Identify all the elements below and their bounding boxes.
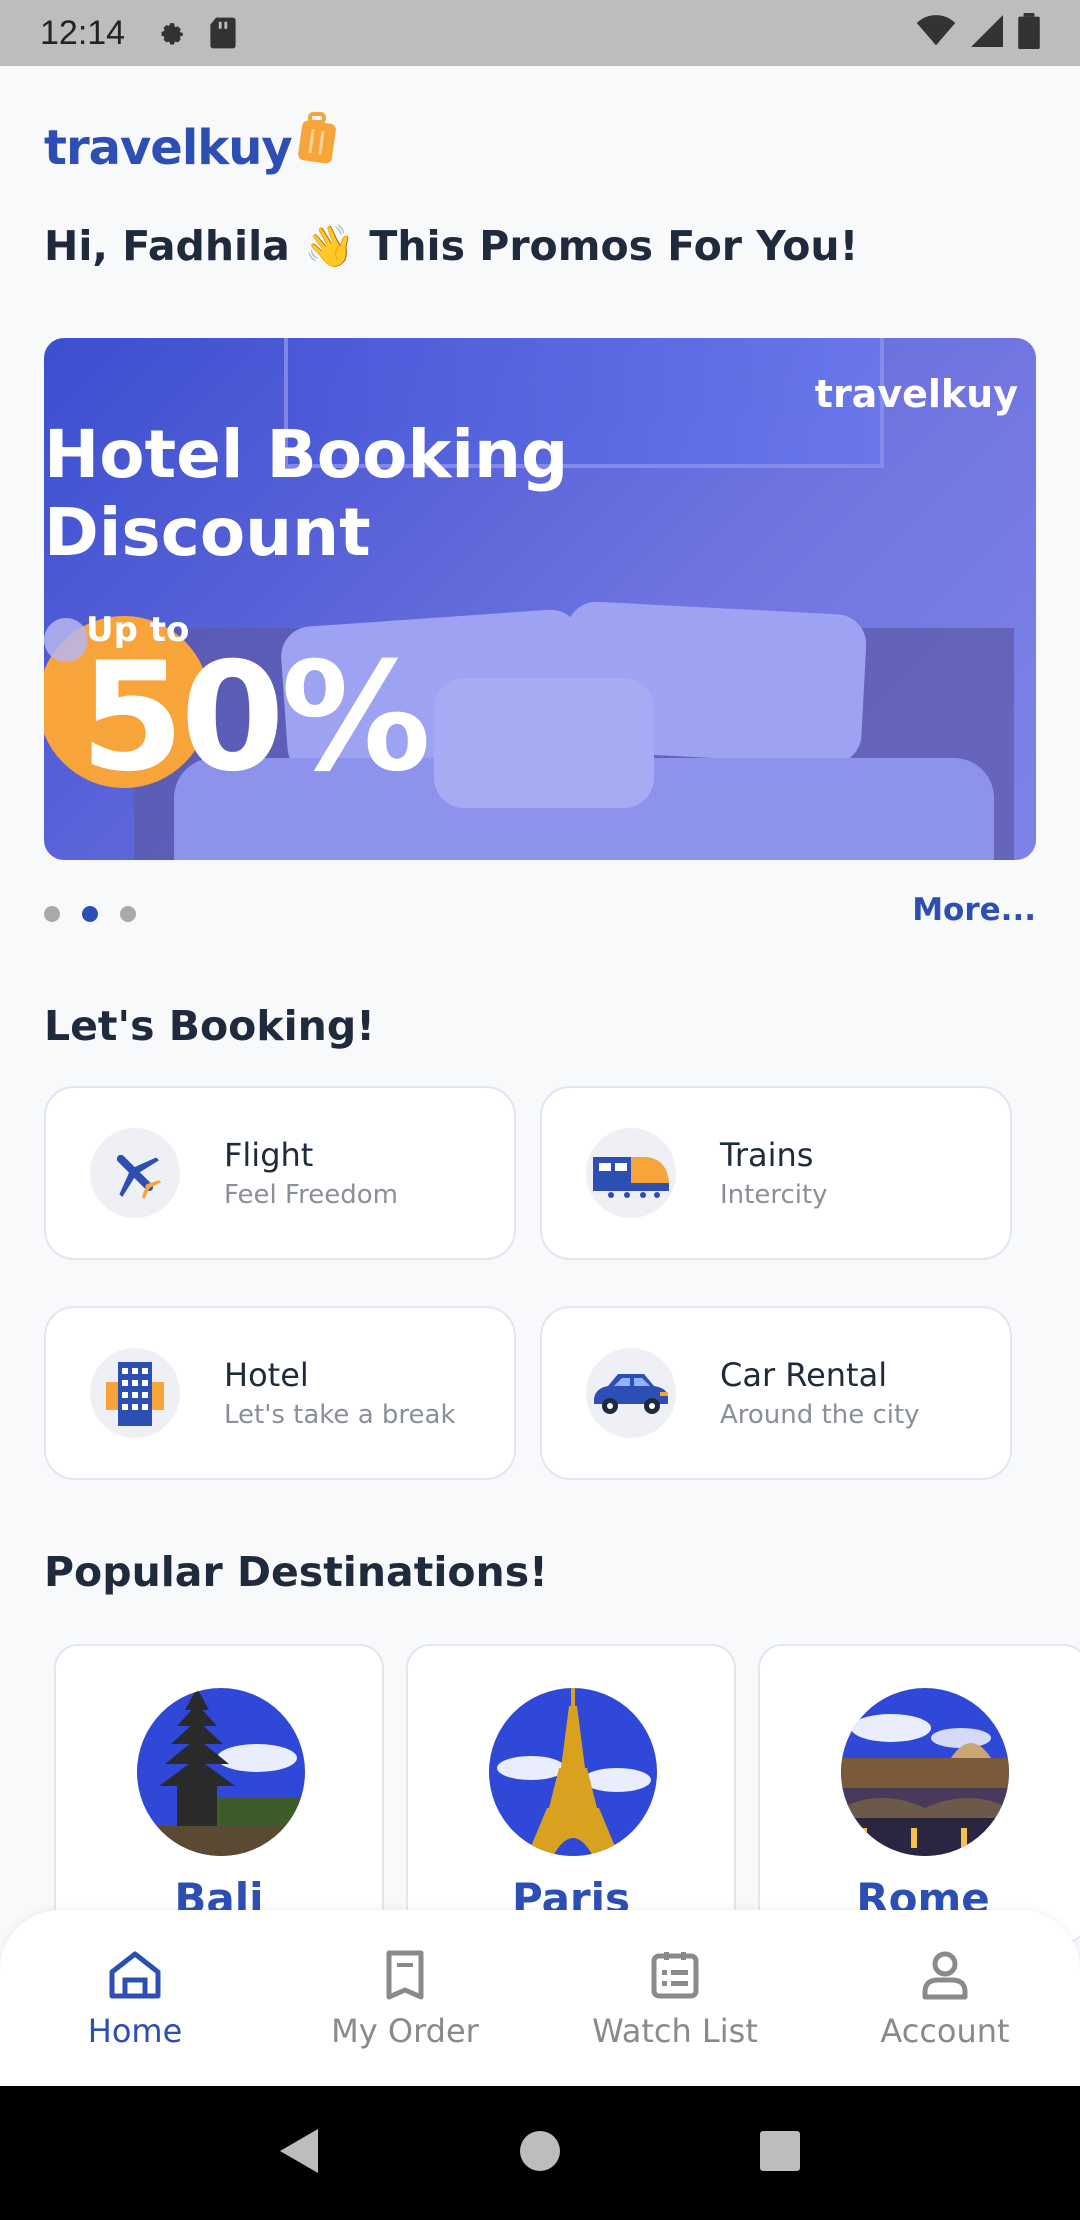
luggage-icon: [296, 112, 338, 170]
home-circle-icon[interactable]: [520, 2131, 560, 2175]
banner-title-line: Hotel Booking: [44, 416, 569, 493]
booking-card-trains[interactable]: Trains Intercity: [540, 1086, 1012, 1260]
wifi-icon: [916, 15, 956, 51]
more-promos-link[interactable]: More...: [912, 892, 1036, 928]
nav-label: Home: [87, 2012, 183, 2050]
user-icon: [920, 1950, 970, 2004]
carousel-dot[interactable]: [44, 906, 60, 922]
nav-item-watch-list[interactable]: Watch List: [540, 1910, 810, 2086]
booking-card-subtitle: Let's take a break: [224, 1400, 456, 1430]
destination-image-rome: [841, 1688, 1009, 1856]
banner-title: Hotel Booking Discount: [44, 416, 568, 572]
recents-icon[interactable]: [760, 2131, 800, 2175]
banner-photo-pillow: [434, 678, 654, 808]
sd-card-icon: [209, 16, 237, 50]
train-icon: [586, 1128, 676, 1218]
nav-item-my-order[interactable]: My Order: [270, 1910, 540, 2086]
app-logo: travelkuy: [44, 112, 338, 176]
nav-item-home[interactable]: Home: [0, 1910, 270, 2086]
carousel-dot-active[interactable]: [82, 906, 98, 922]
home-icon: [108, 1950, 162, 2004]
airplane-icon: [90, 1128, 180, 1218]
system-navigation-bar: [0, 2086, 1080, 2220]
greeting-text: Hi, Fadhila 👋 This Promos For You!: [44, 222, 859, 270]
destination-image-paris: [489, 1688, 657, 1856]
nav-label: My Order: [331, 2012, 479, 2050]
destination-card-rome[interactable]: Rome: [758, 1644, 1080, 1944]
booking-card-title: Hotel: [224, 1356, 309, 1394]
signal-icon: [970, 15, 1004, 51]
nav-label: Watch List: [592, 2012, 758, 2050]
destination-image-bali: [137, 1688, 305, 1856]
receipt-icon: [383, 1950, 427, 2004]
carousel-indicator: [44, 906, 136, 922]
battery-icon: [1018, 13, 1040, 53]
booking-card-subtitle: Intercity: [720, 1180, 828, 1210]
banner-logo: travelkuy: [814, 372, 1018, 416]
bottom-navigation: Home My Order Watch List Account: [0, 1910, 1080, 2086]
back-icon[interactable]: [280, 2129, 320, 2177]
booking-card-hotel[interactable]: Hotel Let's take a break: [44, 1306, 516, 1480]
booking-card-title: Car Rental: [720, 1356, 888, 1394]
list-icon: [650, 1950, 700, 2004]
destination-card-bali[interactable]: Bali: [54, 1644, 384, 1944]
banner-discount: 50%: [80, 631, 431, 805]
booking-card-title: Trains: [720, 1136, 814, 1174]
booking-card-subtitle: Around the city: [720, 1400, 920, 1430]
booking-card-title: Flight: [224, 1136, 314, 1174]
booking-card-subtitle: Feel Freedom: [224, 1180, 398, 1210]
status-bar: 12:14: [0, 0, 1080, 66]
status-time: 12:14: [40, 13, 126, 52]
nav-item-account[interactable]: Account: [810, 1910, 1080, 2086]
promo-banner[interactable]: travelkuy Hotel Booking Discount Up to 5…: [44, 338, 1036, 860]
booking-section-title: Let's Booking!: [44, 1002, 375, 1050]
destinations-section-title: Popular Destinations!: [44, 1548, 548, 1596]
settings-icon: [153, 16, 187, 50]
hotel-icon: [90, 1348, 180, 1438]
logo-text: travelkuy: [44, 120, 293, 176]
nav-label: Account: [880, 2012, 1010, 2050]
carousel-dot[interactable]: [120, 906, 136, 922]
booking-card-flight[interactable]: Flight Feel Freedom: [44, 1086, 516, 1260]
car-icon: [586, 1348, 676, 1438]
booking-card-car-rental[interactable]: Car Rental Around the city: [540, 1306, 1012, 1480]
banner-title-line: Discount: [44, 494, 371, 571]
destination-card-paris[interactable]: Paris: [406, 1644, 736, 1944]
